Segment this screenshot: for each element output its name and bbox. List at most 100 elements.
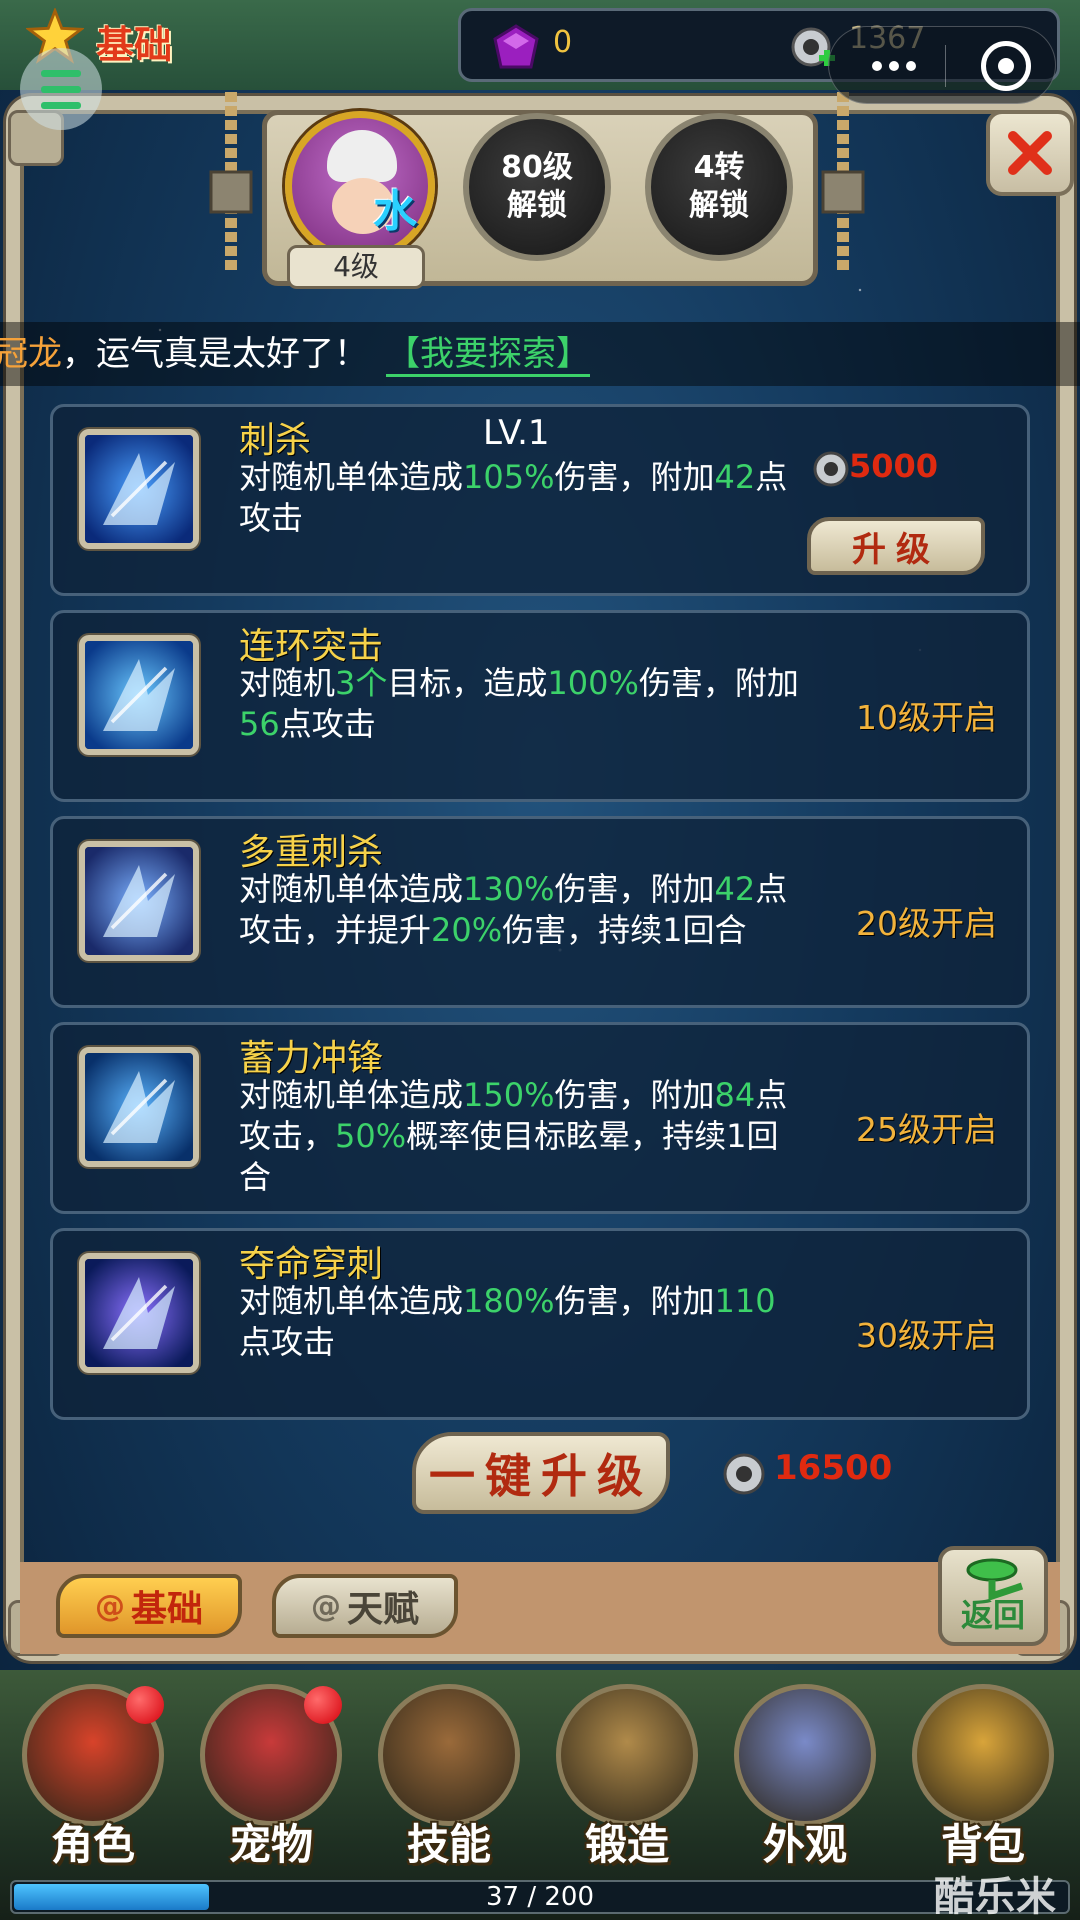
lock-slot-line: 80级 [501,150,573,185]
nav-pet[interactable]: 宠物 [186,1676,356,1876]
skill-desc-highlight: 180% [463,1282,555,1320]
skill-icon[interactable] [79,635,199,755]
page-title: 基础 [96,23,173,67]
skill-name: 多重刺杀 [239,832,384,873]
nav-forge-icon [556,1684,698,1826]
nav-label: 角色 [50,1820,135,1869]
skill-icon[interactable] [79,841,199,961]
skill-desc-highlight: 3个 [335,664,388,702]
back-label: 返回 [960,1596,1025,1634]
skill-desc-highlight: 150% [463,1076,555,1114]
notification-dot [126,1686,164,1724]
close-button[interactable] [986,110,1074,196]
notice-player-name: 冠龙 [0,334,62,374]
gem-icon [493,24,539,69]
nav-role[interactable]: 角色 [8,1676,178,1876]
notice-bar: 冠龙，运气真是太好了！ 【我要探索】 [0,322,1080,386]
skill-desc-text: 点攻击 [239,1323,336,1361]
nav-label: 技能 [406,1820,491,1869]
unlock-requirement: 10级开启 [856,698,997,737]
unlock-requirement: 20级开启 [856,904,997,943]
nav-forge[interactable]: 锻造 [542,1676,712,1876]
element-badge: 水 [373,186,417,237]
coin-icon [813,451,849,487]
skill-desc-highlight: 84 [714,1076,756,1114]
skill-desc-text: 伤害，持续1回合 [502,911,747,949]
nav-appearance-icon [734,1684,876,1826]
lock-slot-line: 解锁 [689,188,749,223]
skill-card[interactable]: 蓄力冲锋 对随机单体造成150%伤害，附加84点攻击，50%概率使目标眩晕，持续1… [50,1022,1030,1214]
nav-skill-icon [378,1684,520,1826]
tab-talent-label: 天赋 [346,1589,419,1630]
skill-icon[interactable] [79,1047,199,1167]
upgrade-button[interactable]: 升级 [807,517,985,575]
skill-icon[interactable] [79,429,199,549]
menu-button[interactable] [20,48,102,130]
watermark: 酷乐米 [934,1874,1057,1920]
skill-description: 对随机3个目标，造成100%伤害，附加 56点攻击 [239,663,799,745]
skill-description: 对随机单体造成180%伤害，附加110 点攻击 [239,1281,799,1363]
exp-progress-text: 37 / 200 [486,1882,594,1912]
skill-desc-highlight: 50% [335,1117,407,1155]
skill-card[interactable]: 刺杀 对随机单体造成105%伤害，附加42点攻击 LV.1 5000 升级 [50,404,1030,596]
skill-icon[interactable] [79,1253,199,1373]
skill-desc-text: 对随机 [239,664,336,702]
tab-basic-label: 基础 [130,1589,203,1630]
skill-desc-text: 对随机单体造成 [239,870,464,908]
skill-desc-text: 对随机单体造成 [239,1282,464,1320]
close-icon [1008,131,1052,175]
skill-name: 夺命穿刺 [239,1244,384,1285]
lock-slot-rebirth[interactable]: 4转 解锁 [645,113,793,261]
nav-label: 宠物 [228,1820,313,1869]
skill-desc-text: 点攻击 [279,705,376,743]
capsule-divider [945,45,946,87]
nav-label: 锻造 [584,1820,669,1869]
exp-progress-bar: 37 / 200 [10,1880,1070,1914]
rope-decoration [821,92,865,272]
skill-card[interactable]: 连环突击 对随机3个目标，造成100%伤害，附加 56点攻击 10级开启 [50,610,1030,802]
explore-link[interactable]: 【我要探索】 [386,334,590,377]
skill-desc-text: 目标，造成 [387,664,548,702]
skill-desc-highlight: 105% [463,458,555,496]
skill-description: 对随机单体造成150%伤害，附加84点攻击，50%概率使目标眩晕，持续1回合 [239,1075,799,1198]
one-key-cost: 16500 [774,1448,893,1488]
skill-desc-text: 伤害，附加 [554,1282,715,1320]
nav-bag[interactable]: 背包 [898,1676,1068,1876]
lock-slot-line: 4转 [693,150,745,185]
skill-desc-highlight: 42 [714,870,756,908]
skill-desc-text: 伤害，附加 [554,870,715,908]
coin-icon [723,1453,765,1495]
exit-miniprogram-icon[interactable] [981,41,1031,91]
tab-talent[interactable]: @ 天赋 [272,1574,458,1638]
skill-desc-highlight: 20% [431,911,503,949]
skill-card[interactable]: 多重刺杀 对随机单体造成130%伤害，附加42点攻击，并提升20%伤害，持续1回合… [50,816,1030,1008]
notice-message: ，运气真是太好了！ [62,334,368,374]
unlock-requirement: 25级开启 [856,1110,997,1149]
back-button[interactable]: 返回 [938,1546,1048,1646]
skill-desc-highlight: 42 [714,458,756,496]
hero-level-badge: 4级 [287,245,425,289]
nav-bag-icon [912,1684,1054,1826]
skill-desc-highlight: 110 [714,1282,776,1320]
one-key-upgrade-button[interactable]: 一键升级 [412,1432,670,1514]
skill-desc-text: 对随机单体造成 [239,1076,464,1114]
skill-desc-text: 伤害，附加 [638,664,799,702]
gem-value: 0 [553,25,573,60]
skill-desc-text: 伤害，附加 [554,1076,715,1114]
nav-appearance[interactable]: 外观 [720,1676,890,1876]
skill-desc-text: 伤害，附加 [554,458,715,496]
skill-desc-highlight: 130% [463,870,555,908]
skill-desc-highlight: 56 [239,705,280,743]
spiral-icon: @ [310,1588,341,1624]
skill-level: LV.1 [483,413,550,453]
lock-slot-level[interactable]: 80级 解锁 [463,113,611,261]
spiral-icon: @ [94,1588,125,1624]
unlock-requirement: 30级开启 [856,1316,997,1355]
skill-card[interactable]: 夺命穿刺 对随机单体造成180%伤害，附加110 点攻击 30级开启 [50,1228,1030,1420]
tab-basic[interactable]: @ 基础 [56,1574,242,1638]
more-options-icon[interactable] [851,39,937,93]
rope-decoration [209,92,253,272]
nav-skill[interactable]: 技能 [364,1676,534,1876]
skill-name: 蓄力冲锋 [239,1038,384,1079]
nav-label: 外观 [762,1820,847,1869]
